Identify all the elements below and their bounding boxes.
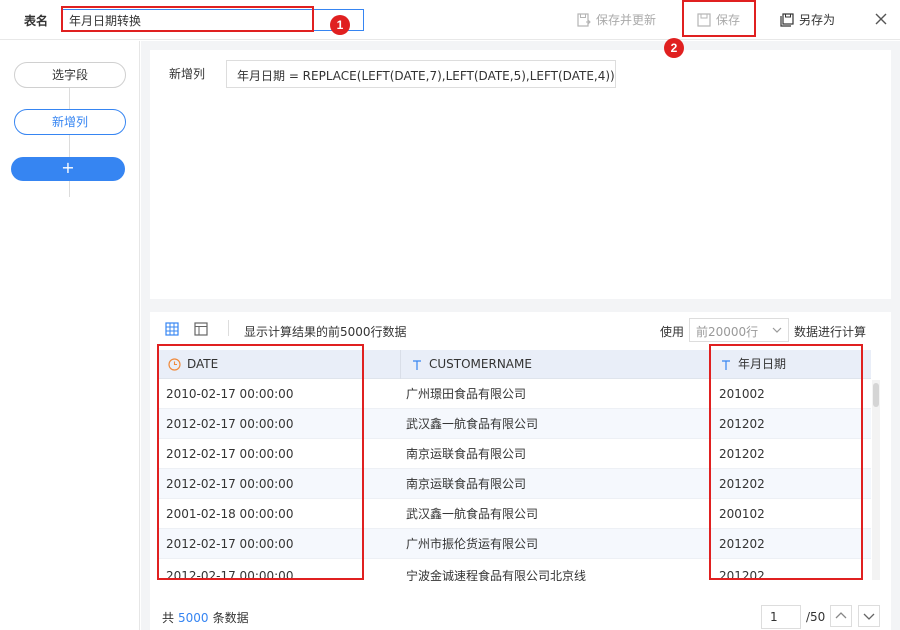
column-header-year-month[interactable]: 年月日期 <box>710 350 871 379</box>
save-button[interactable]: 保存 <box>697 11 740 28</box>
page-number-input[interactable]: 1 <box>761 605 801 629</box>
save-as-button[interactable]: 另存为 <box>780 11 835 28</box>
cell-year-month: 201202 <box>719 569 765 581</box>
column-header-label: 年月日期 <box>738 357 787 371</box>
next-page-button[interactable] <box>858 605 880 627</box>
table-row: 2012-02-17 00:00:00 南京运联食品有限公司 201202 <box>158 469 871 499</box>
table-row: 2012-02-17 00:00:00 武汉鑫一航食品有限公司 201202 <box>158 409 871 439</box>
save-and-update-label: 保存并更新 <box>596 13 657 27</box>
cell-year-month: 201202 <box>719 447 765 461</box>
annotation-marker-2: 2 <box>664 38 684 58</box>
save-label: 保存 <box>716 13 741 27</box>
cell-date: 2010-02-17 00:00:00 <box>166 387 294 401</box>
total-suffix: 条数据 <box>212 611 249 625</box>
text-type-icon <box>413 359 421 370</box>
chevron-up-icon <box>835 612 847 619</box>
annotation-marker-1: 1 <box>330 15 350 35</box>
cell-customername: 广州市振伦货运有限公司 <box>406 537 539 551</box>
column-header-date[interactable]: DATE <box>158 350 400 379</box>
cell-year-month: 201202 <box>719 417 765 431</box>
grid-view-icon[interactable] <box>165 322 179 336</box>
formula-label: 新增列 <box>169 67 206 81</box>
table-header: DATE CUSTOMERNAME 年月日期 <box>158 350 871 379</box>
scrollbar-thumb[interactable] <box>873 383 879 407</box>
chevron-down-icon <box>772 327 782 333</box>
step-select-fields[interactable]: 选字段 <box>14 62 126 88</box>
table-row: 2010-02-17 00:00:00 广州璟田食品有限公司 201002 <box>158 379 871 409</box>
cell-date: 2012-02-17 00:00:00 <box>166 477 294 491</box>
cell-customername: 武汉鑫一航食品有限公司 <box>406 507 539 521</box>
cell-date: 2001-02-18 00:00:00 <box>166 507 294 521</box>
text-type-icon <box>722 359 730 370</box>
save-update-icon <box>577 12 591 27</box>
cell-date: 2012-02-17 00:00:00 <box>166 569 294 581</box>
compute-label: 数据进行计算 <box>794 325 867 339</box>
save-and-update-button[interactable]: 保存并更新 <box>577 11 656 28</box>
step-new-column[interactable]: 新增列 <box>14 109 126 135</box>
add-step-button[interactable]: + <box>11 157 125 181</box>
steps-panel: 选字段 新增列 + <box>0 41 140 630</box>
toolbar-divider <box>228 320 229 336</box>
rows-select-value: 前20000行 <box>696 325 759 339</box>
save-as-label: 另存为 <box>799 13 836 27</box>
cell-customername: 南京运联食品有限公司 <box>406 447 527 461</box>
rows-select[interactable]: 前20000行 <box>689 318 789 342</box>
table-row: 2001-02-18 00:00:00 武汉鑫一航食品有限公司 200102 <box>158 499 871 529</box>
cell-date: 2012-02-17 00:00:00 <box>166 537 294 551</box>
clock-icon <box>168 358 181 371</box>
total-prefix: 共 <box>162 611 175 625</box>
table-name-input[interactable] <box>62 9 364 31</box>
cell-customername: 南京运联食品有限公司 <box>406 477 527 491</box>
cell-customername: 广州璟田食品有限公司 <box>406 387 527 401</box>
cell-customername: 宁波金诚速程食品有限公司北京线 <box>406 569 587 581</box>
cell-year-month: 201202 <box>719 477 765 491</box>
table-scrollbar[interactable] <box>872 380 880 580</box>
table-name-label: 表名 <box>24 14 49 28</box>
save-icon <box>697 12 711 27</box>
cell-year-month: 201202 <box>719 537 765 551</box>
cell-year-month: 200102 <box>719 507 765 521</box>
cell-customername: 武汉鑫一航食品有限公司 <box>406 417 539 431</box>
cell-date: 2012-02-17 00:00:00 <box>166 447 294 461</box>
use-label: 使用 <box>660 325 685 339</box>
chevron-down-icon <box>863 613 875 620</box>
table-row: 2012-02-17 00:00:00 宁波金诚速程食品有限公司北京线 2012… <box>158 559 871 581</box>
column-header-label: CUSTOMERNAME <box>429 357 532 371</box>
table-row: 2012-02-17 00:00:00 南京运联食品有限公司 201202 <box>158 439 871 469</box>
column-header-label: DATE <box>187 357 219 371</box>
column-header-customername[interactable]: CUSTOMERNAME <box>401 350 709 379</box>
save-as-icon <box>780 12 794 27</box>
table-layout-icon[interactable] <box>194 322 208 336</box>
total-number: 5000 <box>178 611 209 625</box>
top-bar: 表名 保存并更新 保存 另存为 <box>0 0 900 40</box>
formula-input[interactable]: 年月日期 = REPLACE(LEFT(DATE,7),LEFT(DATE,5)… <box>226 60 616 88</box>
total-count: 共 5000 条数据 <box>162 609 249 626</box>
prev-page-button[interactable] <box>830 605 852 627</box>
cell-date: 2012-02-17 00:00:00 <box>166 417 294 431</box>
close-icon[interactable] <box>874 12 888 26</box>
preview-description: 显示计算结果的前5000行数据 <box>244 325 407 339</box>
cell-year-month: 201002 <box>719 387 765 401</box>
page-total: /50 <box>806 610 826 624</box>
table-row: 2012-02-17 00:00:00 广州市振伦货运有限公司 201202 <box>158 529 871 559</box>
